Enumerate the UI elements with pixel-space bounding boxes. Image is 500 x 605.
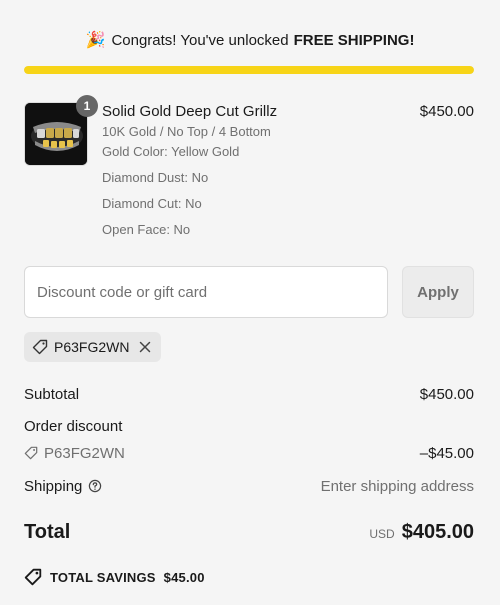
product-diamond-cut: Diamond Cut: No: [102, 196, 202, 211]
total-savings-label: TOTAL SAVINGS: [50, 569, 156, 585]
banner-text: Congrats! You've unlocked: [111, 31, 289, 49]
currency-code: USD: [369, 526, 395, 541]
applied-discount-chip: P63FG2WN: [24, 332, 162, 362]
shipping-value: Enter shipping address: [320, 477, 474, 495]
shipping-row: Shipping Enter shipping address: [24, 476, 474, 496]
total-value: $405.00: [401, 520, 474, 543]
shipping-label: Shipping: [24, 477, 83, 495]
applied-discount-code: P63FG2WN: [54, 339, 130, 355]
shipping-label-group: Shipping: [24, 478, 102, 495]
product-open-face: Open Face: No: [102, 222, 191, 237]
product-gold-color: Gold Color: Yellow Gold: [102, 144, 240, 159]
tag-icon: [24, 446, 38, 460]
product-diamond-dust: Diamond Dust: No: [102, 170, 209, 185]
shipping-banner: 🎉 Congrats! You've unlocked FREE SHIPPIN…: [0, 30, 500, 50]
order-discount-code-text: P63FG2WN: [44, 444, 125, 462]
order-discount-label: Order discount: [24, 417, 123, 435]
tag-icon: [32, 339, 48, 355]
product-details: Solid Gold Deep Cut Grillz 10K Gold / No…: [102, 102, 277, 240]
party-popper-icon: 🎉: [85, 32, 106, 49]
free-shipping-progress-bar: [24, 66, 474, 74]
total-savings-value: $45.00: [163, 569, 205, 585]
product-price: $450.00: [419, 103, 474, 120]
total-savings: TOTAL SAVINGS $45.00: [24, 568, 205, 586]
banner-highlight: FREE SHIPPING!: [293, 31, 415, 49]
subtotal-row: Subtotal $450.00: [24, 384, 474, 404]
order-discount-code: P63FG2WN: [24, 445, 125, 462]
total-value-group: USD $405.00: [369, 521, 474, 544]
subtotal-label: Subtotal: [24, 385, 80, 403]
order-discount-code-row: P63FG2WN –$45.00: [24, 443, 474, 463]
order-discount-row: Order discount: [24, 416, 474, 436]
product-variant: 10K Gold / No Top / 4 Bottom: [102, 124, 271, 139]
subtotal-value: $450.00: [419, 385, 474, 403]
total-label: Total: [24, 520, 71, 543]
progress-fill: [24, 66, 474, 74]
help-icon[interactable]: [88, 479, 102, 493]
total-row: Total USD $405.00: [24, 518, 474, 546]
cart-line-item: 1 Solid Gold Deep Cut Grillz 10K Gold / …: [24, 95, 474, 252]
order-discount-value: –$45.00: [419, 444, 474, 462]
apply-discount-button[interactable]: Apply: [402, 266, 474, 318]
tag-icon: [24, 568, 42, 586]
quantity-badge: 1: [76, 95, 98, 117]
remove-discount-icon[interactable]: [139, 341, 151, 353]
discount-code-input[interactable]: [24, 266, 388, 318]
product-name: Solid Gold Deep Cut Grillz: [102, 103, 278, 120]
